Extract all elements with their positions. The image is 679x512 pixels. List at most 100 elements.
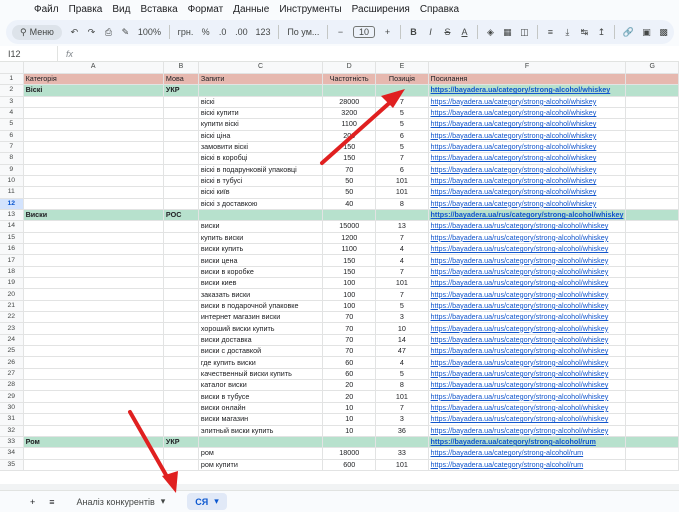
cell-frequency[interactable]: 10 xyxy=(322,425,377,437)
cell-empty[interactable] xyxy=(625,198,679,210)
cell-frequency[interactable]: 100 xyxy=(322,288,377,301)
column-header[interactable]: B xyxy=(163,62,199,74)
cell-query[interactable]: ром xyxy=(198,447,324,460)
cell-query[interactable]: замовити віскі xyxy=(198,141,324,154)
cell-category[interactable] xyxy=(23,220,164,233)
cell-language[interactable] xyxy=(163,277,199,290)
cell-empty[interactable] xyxy=(625,300,679,313)
cell-empty[interactable] xyxy=(625,266,679,279)
cell-language[interactable] xyxy=(163,322,199,335)
cell-position[interactable]: 101 xyxy=(375,459,429,471)
cell-category[interactable] xyxy=(23,164,164,176)
cell-empty[interactable] xyxy=(625,436,679,449)
cell-position[interactable]: 5 xyxy=(375,107,429,120)
row-number[interactable]: 12 xyxy=(0,198,24,210)
chevron-down-icon[interactable]: ▾ xyxy=(214,496,219,507)
cell-language[interactable]: Мова xyxy=(163,73,199,86)
cell-category[interactable] xyxy=(23,118,164,131)
cell-category[interactable] xyxy=(23,459,164,471)
cell-position[interactable]: 5 xyxy=(375,300,429,313)
cell-query[interactable]: виски в коробке xyxy=(198,266,324,279)
cell-query[interactable]: віскі київ xyxy=(198,186,324,199)
insert-link-icon[interactable]: 🔗 xyxy=(623,27,634,38)
cell-position[interactable]: 7 xyxy=(375,96,429,108)
row-number[interactable]: 3 xyxy=(0,96,24,108)
decrease-decimal-button[interactable]: .0 xyxy=(218,27,227,37)
cell-language[interactable] xyxy=(163,345,199,358)
cell-frequency[interactable]: 1200 xyxy=(322,232,377,245)
row-number[interactable]: 5 xyxy=(0,118,24,131)
cell-language[interactable] xyxy=(163,232,199,245)
cell-link[interactable]: https://bayadera.ua/rus/category/strong-… xyxy=(428,209,627,222)
cell-link[interactable]: https://bayadera.ua/rus/category/strong-… xyxy=(428,368,627,381)
cell-position[interactable]: 7 xyxy=(375,288,429,301)
cell-category[interactable] xyxy=(23,322,164,335)
cell-empty[interactable] xyxy=(625,311,679,324)
cell-link[interactable]: https://bayadera.ua/category/strong-alco… xyxy=(428,130,627,142)
sheet-tab-competitors[interactable]: Аналіз конкурентів ▾ xyxy=(69,493,174,510)
cell-language[interactable]: УКР xyxy=(163,84,199,97)
cell-empty[interactable] xyxy=(625,345,679,358)
menu-item[interactable]: Формат xyxy=(188,4,224,15)
cell-empty[interactable] xyxy=(625,390,679,403)
cell-query[interactable]: качественный виски купить xyxy=(198,368,324,381)
cell-position[interactable]: 6 xyxy=(375,130,429,142)
font-size-decrease-icon[interactable]: − xyxy=(336,27,345,37)
cell-query[interactable]: виски в подарочной упаковке xyxy=(198,300,324,313)
menu-item[interactable]: Расширения xyxy=(352,4,410,15)
spreadsheet-grid[interactable]: ABCDEFG 1 Категорія Мова Запити Частотність П… xyxy=(0,62,679,490)
cell-empty[interactable] xyxy=(625,379,679,392)
all-sheets-button[interactable]: ≡ xyxy=(49,497,54,507)
column-header[interactable]: A xyxy=(23,62,164,74)
row-number[interactable]: 29 xyxy=(0,390,24,403)
cell-language[interactable] xyxy=(163,447,199,460)
cell-link[interactable]: https://bayadera.ua/category/strong-alco… xyxy=(428,436,627,449)
cell-query[interactable]: купити віскі xyxy=(198,118,324,131)
cell-language[interactable] xyxy=(163,118,199,131)
cell-empty[interactable] xyxy=(625,368,679,381)
cell-frequency[interactable]: 1100 xyxy=(322,118,377,131)
cell-query[interactable]: віскі в подарунковій упаковці xyxy=(198,164,324,176)
cell-language[interactable] xyxy=(163,368,199,381)
cell-empty[interactable] xyxy=(625,288,679,301)
cell-empty[interactable] xyxy=(625,107,679,120)
cell-empty[interactable] xyxy=(625,73,679,86)
cell-frequency[interactable]: 50 xyxy=(322,186,377,199)
cell-position[interactable] xyxy=(375,209,429,222)
cell-frequency[interactable]: Частотність xyxy=(322,73,377,86)
cell-category[interactable] xyxy=(23,368,164,381)
cell-empty[interactable] xyxy=(625,118,679,131)
cell-frequency[interactable]: 3200 xyxy=(322,107,377,120)
borders-icon[interactable]: ▦ xyxy=(503,27,512,38)
horizontal-align-icon[interactable]: ≡ xyxy=(546,27,555,37)
cell-language[interactable] xyxy=(163,107,199,120)
sheet-tab-sya[interactable]: СЯ ▾ xyxy=(187,493,227,510)
cell-language[interactable]: УКР xyxy=(163,436,199,449)
row-number[interactable]: 15 xyxy=(0,232,24,245)
cell-frequency[interactable]: 20 xyxy=(322,379,377,392)
cell-link[interactable]: https://bayadera.ua/rus/category/strong-… xyxy=(428,334,627,347)
cell-category[interactable]: Ром xyxy=(23,436,164,449)
row-number[interactable]: 16 xyxy=(0,243,24,256)
cell-query[interactable]: интернет магазин виски xyxy=(198,311,324,324)
cell-category[interactable] xyxy=(23,379,164,392)
cell-position[interactable]: 8 xyxy=(375,198,429,210)
cell-frequency[interactable]: 1100 xyxy=(322,243,377,256)
cell-language[interactable] xyxy=(163,334,199,347)
cell-category[interactable] xyxy=(23,130,164,142)
insert-comment-icon[interactable]: ▣ xyxy=(642,27,651,38)
cell-frequency[interactable]: 200 xyxy=(322,130,377,142)
font-size-increase-icon[interactable]: + xyxy=(383,27,392,37)
cell-query[interactable]: виски с доставкой xyxy=(198,345,324,358)
cell-position[interactable]: 4 xyxy=(375,356,429,369)
cell-link[interactable]: https://bayadera.ua/rus/category/strong-… xyxy=(428,288,627,301)
font-size-input[interactable]: 10 xyxy=(352,26,375,38)
cell-position[interactable]: 13 xyxy=(375,220,429,233)
row-number[interactable]: 30 xyxy=(0,402,24,415)
vertical-align-icon[interactable]: ⤓ xyxy=(563,27,572,38)
cell-category[interactable] xyxy=(23,356,164,369)
cell-category[interactable] xyxy=(23,277,164,290)
cell-category[interactable] xyxy=(23,334,164,347)
column-header[interactable]: F xyxy=(428,62,627,74)
cell-frequency[interactable] xyxy=(322,84,377,97)
